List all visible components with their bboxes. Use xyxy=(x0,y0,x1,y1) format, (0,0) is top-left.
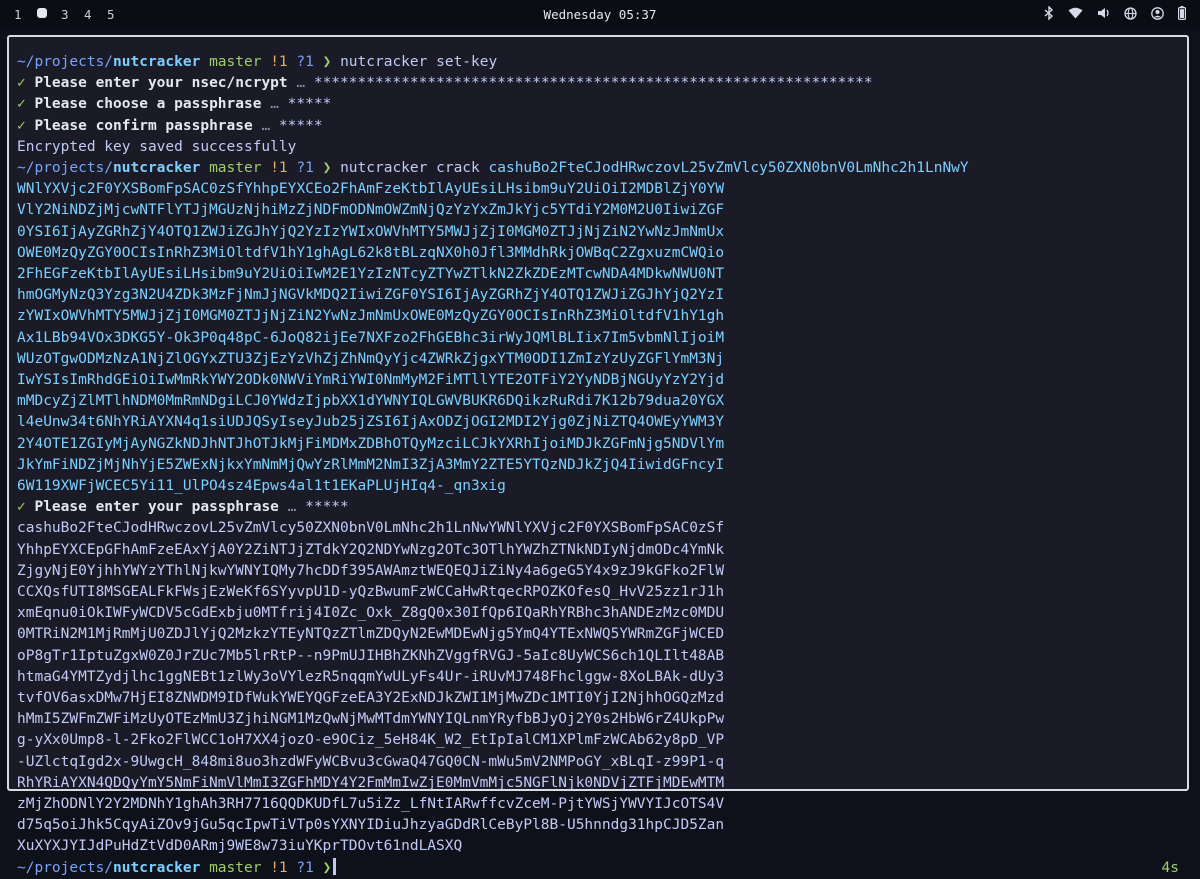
command-set-key: nutcracker set-key xyxy=(340,54,498,70)
output-line: ✓ Please choose a passphrase … ***** xyxy=(17,94,1179,115)
crack-command-line: ~/projects/nutcracker master !1 ?1 ❯ nut… xyxy=(17,158,1179,497)
clock[interactable]: Wednesday 05:37 xyxy=(0,7,1200,22)
masked-nsec: ****************************************… xyxy=(313,75,873,92)
ellipsis: … xyxy=(261,117,271,134)
check-icon: ✓ xyxy=(17,499,26,516)
prompt-branch: master xyxy=(209,54,262,70)
globe-icon[interactable] xyxy=(1124,6,1137,20)
prompt-modified: !1 xyxy=(270,159,288,176)
prompt-enter-passphrase: Please enter your passphrase xyxy=(34,499,279,516)
command-crack-token: cashuBo2FteCJodHRwczovL25vZmVlcy50ZXN0bn… xyxy=(17,159,969,494)
top-bar: 1 3 4 5 Wednesday 05:37 xyxy=(0,0,1200,28)
prompt-symbol: ❯ xyxy=(322,159,332,176)
volume-icon[interactable] xyxy=(1097,7,1110,19)
prompt-untracked: ?1 xyxy=(296,54,314,70)
prompt-choose-passphrase: Please choose a passphrase xyxy=(34,96,262,113)
prompt-dir: nutcracker xyxy=(113,54,201,70)
prompt-symbol: ❯ xyxy=(322,859,332,876)
check-icon: ✓ xyxy=(17,75,26,92)
prompt-branch: master xyxy=(209,159,262,176)
prompt-path: ~/projects/ xyxy=(17,159,114,176)
prompt-modified: !1 xyxy=(270,859,288,876)
masked-passphrase: ***** xyxy=(287,96,332,113)
check-icon: ✓ xyxy=(17,96,26,113)
ellipsis: … xyxy=(270,96,279,113)
output-line: ✓ Please enter your passphrase … ***** xyxy=(17,497,1179,518)
output-line: ✓ Please enter your nsec/ncrypt … ******… xyxy=(17,73,1179,94)
saved-message: Encrypted key saved successfully xyxy=(17,138,297,155)
account-icon[interactable] xyxy=(1151,6,1164,20)
prompt-dir: nutcracker xyxy=(113,159,201,176)
output-token[interactable]: cashuBo2FteCJodHRwczovL25vZmVlcy50ZXN0bn… xyxy=(17,518,1179,857)
terminal-window[interactable]: ~/projects/nutcracker master !1 ?1 ❯ nut… xyxy=(7,35,1189,876)
prompt-branch: master xyxy=(209,859,262,876)
system-tray xyxy=(1044,6,1186,20)
active-prompt-line[interactable]: ~/projects/nutcracker master !1 ?1 ❯ 4s xyxy=(17,857,1179,879)
ellipsis: … xyxy=(287,499,297,516)
ellipsis: … xyxy=(296,75,306,92)
prompt-path: ~/projects/ xyxy=(17,859,114,876)
prompt-untracked: ?1 xyxy=(296,159,314,176)
masked-passphrase: ***** xyxy=(305,499,349,516)
prompt-symbol: ❯ xyxy=(322,54,332,70)
command-crack: nutcracker crack xyxy=(340,159,480,176)
masked-passphrase: ***** xyxy=(278,117,323,134)
prompt-line: ~/projects/nutcracker master !1 ?1 ❯ nut… xyxy=(17,52,1179,73)
prompt-untracked: ?1 xyxy=(296,859,314,876)
text-cursor xyxy=(333,857,337,875)
wifi-icon[interactable] xyxy=(1068,7,1083,19)
command-duration: 4s xyxy=(1161,859,1179,876)
prompt-dir: nutcracker xyxy=(113,859,201,876)
prompt-confirm-passphrase: Please confirm passphrase xyxy=(34,117,253,134)
battery-icon[interactable] xyxy=(1178,6,1186,20)
prompt-path: ~/projects/ xyxy=(17,54,114,70)
prompt-modified: !1 xyxy=(270,54,288,70)
output-line: ✓ Please confirm passphrase … ***** xyxy=(17,116,1179,137)
terminal-output[interactable]: ~/projects/nutcracker master !1 ?1 ❯ nut… xyxy=(17,52,1179,879)
check-icon: ✓ xyxy=(17,117,26,134)
bluetooth-icon[interactable] xyxy=(1044,6,1054,20)
prompt-nsec: Please enter your nsec/ncrypt xyxy=(34,75,288,92)
